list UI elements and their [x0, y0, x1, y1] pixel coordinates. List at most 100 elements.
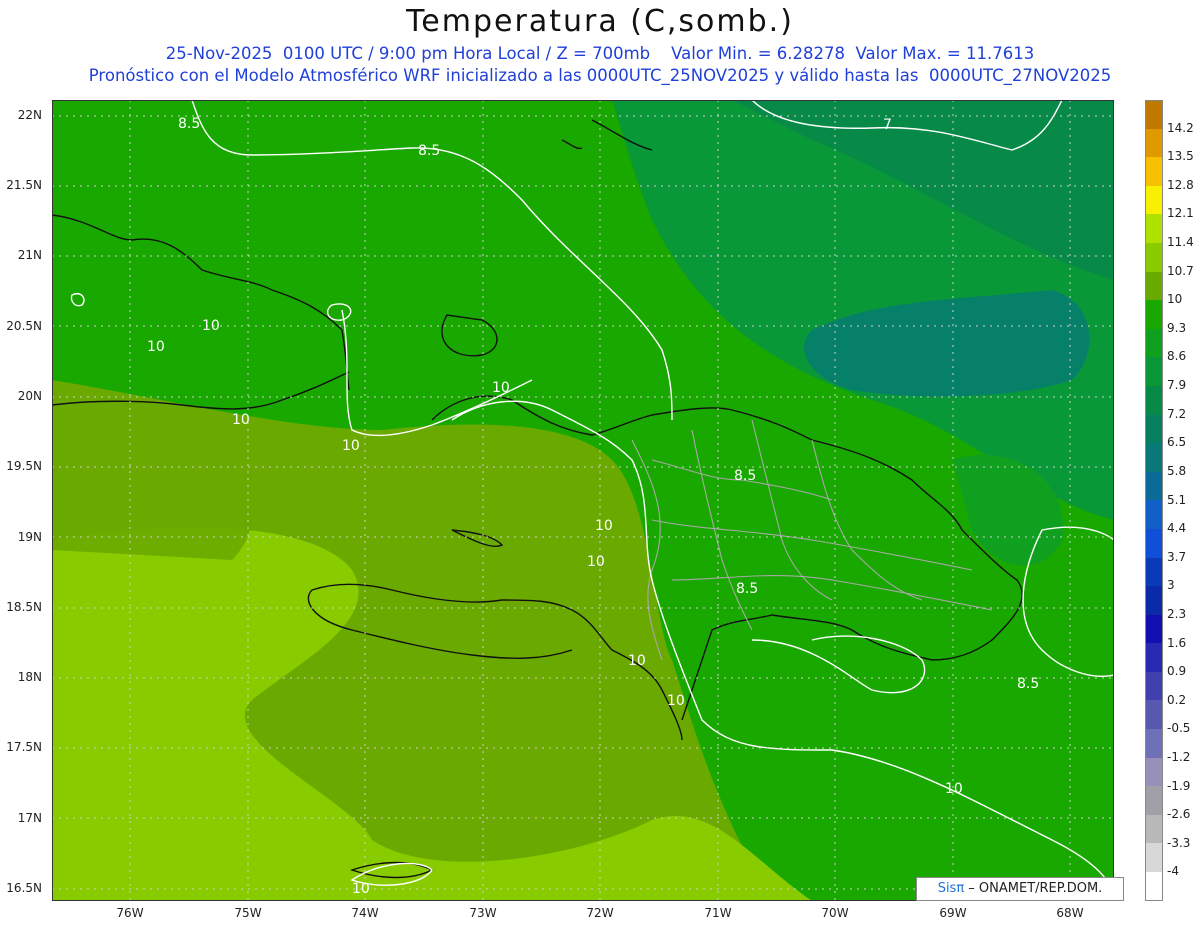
legend-label: 13.5: [1167, 149, 1194, 164]
legend-label: 7.9: [1167, 378, 1187, 393]
contour-label: 10: [945, 781, 963, 797]
legend-swatch: [1145, 500, 1163, 529]
legend-swatch: [1145, 443, 1163, 472]
legend-swatch: [1145, 671, 1163, 701]
lat-label: 22N: [17, 108, 42, 122]
contour-label: 8.5: [178, 116, 200, 132]
lat-label: 20.5N: [6, 319, 42, 333]
contour-label: 8.5: [418, 143, 440, 159]
legend-swatch: [1145, 100, 1163, 129]
legend-swatch: [1145, 872, 1163, 901]
lon-label: 69W: [939, 906, 967, 920]
legend-swatch: [1145, 528, 1163, 558]
lat-label: 20N: [17, 389, 42, 403]
lat-label: 19N: [17, 530, 42, 544]
legend-label: -3.3: [1167, 835, 1191, 850]
contour-label: 10: [352, 881, 370, 897]
map-title: Temperatura (C,somb.): [406, 4, 794, 39]
legend-swatch: [1145, 242, 1163, 272]
legend-label: 7.2: [1167, 406, 1187, 421]
legend-label: 10.7: [1167, 263, 1194, 278]
legend-label: -2.6: [1167, 807, 1191, 822]
legend-swatch: [1145, 814, 1163, 844]
legend-swatch: [1145, 843, 1163, 873]
legend-label: 9.3: [1167, 320, 1187, 335]
lat-label: 17.5N: [6, 740, 42, 754]
legend-label: 4.4: [1167, 521, 1187, 536]
contour-label: 10: [492, 380, 510, 396]
legend-swatch: [1145, 729, 1163, 758]
legend-label: 2.3: [1167, 606, 1187, 621]
lon-label: 70W: [821, 906, 849, 920]
legend-swatch: [1145, 614, 1163, 644]
legend-label: 3.7: [1167, 549, 1187, 564]
legend-label: -1.9: [1167, 778, 1191, 793]
legend-label: 12.1: [1167, 206, 1194, 221]
contour-label: 7: [883, 117, 892, 133]
lat-label: 17N: [17, 811, 42, 825]
legend-swatch: [1145, 700, 1163, 730]
legend-label: 0.9: [1167, 664, 1187, 679]
credit-box: Sisπ – ONAMET/REP.DOM.: [916, 877, 1124, 901]
contour-label: 8.5: [1017, 676, 1039, 692]
legend-swatch: [1145, 586, 1163, 615]
legend-label: 3: [1167, 578, 1175, 593]
legend-swatch: [1145, 357, 1163, 386]
legend-swatch: [1145, 185, 1163, 215]
legend-swatch: [1145, 328, 1163, 358]
legend-swatch: [1145, 271, 1163, 301]
legend-swatch: [1145, 300, 1163, 329]
contour-label: 10: [147, 339, 165, 355]
legend-swatch: [1145, 643, 1163, 672]
legend-label: 14.2: [1167, 120, 1194, 135]
color-legend: [1145, 100, 1163, 901]
lon-label: 68W: [1056, 906, 1084, 920]
contour-label: 10: [202, 318, 220, 334]
lat-label: 19.5N: [6, 459, 42, 473]
lon-label: 73W: [469, 906, 497, 920]
legend-label: 8.6: [1167, 349, 1187, 364]
lon-label: 76W: [116, 906, 144, 920]
legend-label: 12.8: [1167, 177, 1194, 192]
legend-label: 11.4: [1167, 235, 1194, 250]
contour-label: 8.5: [734, 468, 756, 484]
lat-label: 21N: [17, 248, 42, 262]
contour-label: 10: [587, 554, 605, 570]
legend-label: 6.5: [1167, 435, 1187, 450]
contour-label: 10: [628, 653, 646, 669]
lon-label: 75W: [234, 906, 262, 920]
lat-label: 18.5N: [6, 600, 42, 614]
legend-swatch: [1145, 557, 1163, 587]
legend-swatch: [1145, 128, 1163, 158]
legend-swatch: [1145, 757, 1163, 787]
credit-text: – ONAMET/REP.DOM.: [964, 881, 1103, 896]
legend-label: 0.2: [1167, 692, 1187, 707]
legend-label: 10: [1167, 292, 1183, 307]
temperature-map: 8.5 8.5 7 10 10 10 10 8.5 10 10 8.5 10 1…: [52, 100, 1114, 901]
lon-label: 74W: [351, 906, 379, 920]
contour-label: 10: [342, 438, 360, 454]
legend-swatch: [1145, 471, 1163, 501]
lat-label: 21.5N: [6, 178, 42, 192]
contour-label: 10: [667, 693, 685, 709]
legend-swatch: [1145, 157, 1163, 186]
legend-swatch: [1145, 385, 1163, 415]
legend-label: -0.5: [1167, 721, 1191, 736]
legend-label: 1.6: [1167, 635, 1187, 650]
model-info: Pronóstico con el Modelo Atmosférico WRF…: [88, 66, 1112, 85]
legend-label: -4: [1167, 864, 1179, 879]
lat-label: 16.5N: [6, 881, 42, 895]
forecast-time-info: 25-Nov-2025 0100 UTC / 9:00 pm Hora Loca…: [165, 44, 1035, 63]
brand-logo-text: Sisπ: [937, 881, 965, 896]
legend-swatch: [1145, 414, 1163, 444]
legend-label: 5.1: [1167, 492, 1187, 507]
lon-label: 72W: [586, 906, 614, 920]
lat-label: 18N: [17, 670, 42, 684]
map-canvas: 8.5 8.5 7 10 10 10 10 8.5 10 10 8.5 10 1…: [52, 100, 1114, 901]
lon-label: 71W: [704, 906, 732, 920]
contour-label: 8.5: [736, 581, 758, 597]
legend-label: -1.2: [1167, 749, 1191, 764]
contour-label: 10: [595, 518, 613, 534]
legend-swatch: [1145, 214, 1163, 243]
legend-swatch: [1145, 786, 1163, 815]
